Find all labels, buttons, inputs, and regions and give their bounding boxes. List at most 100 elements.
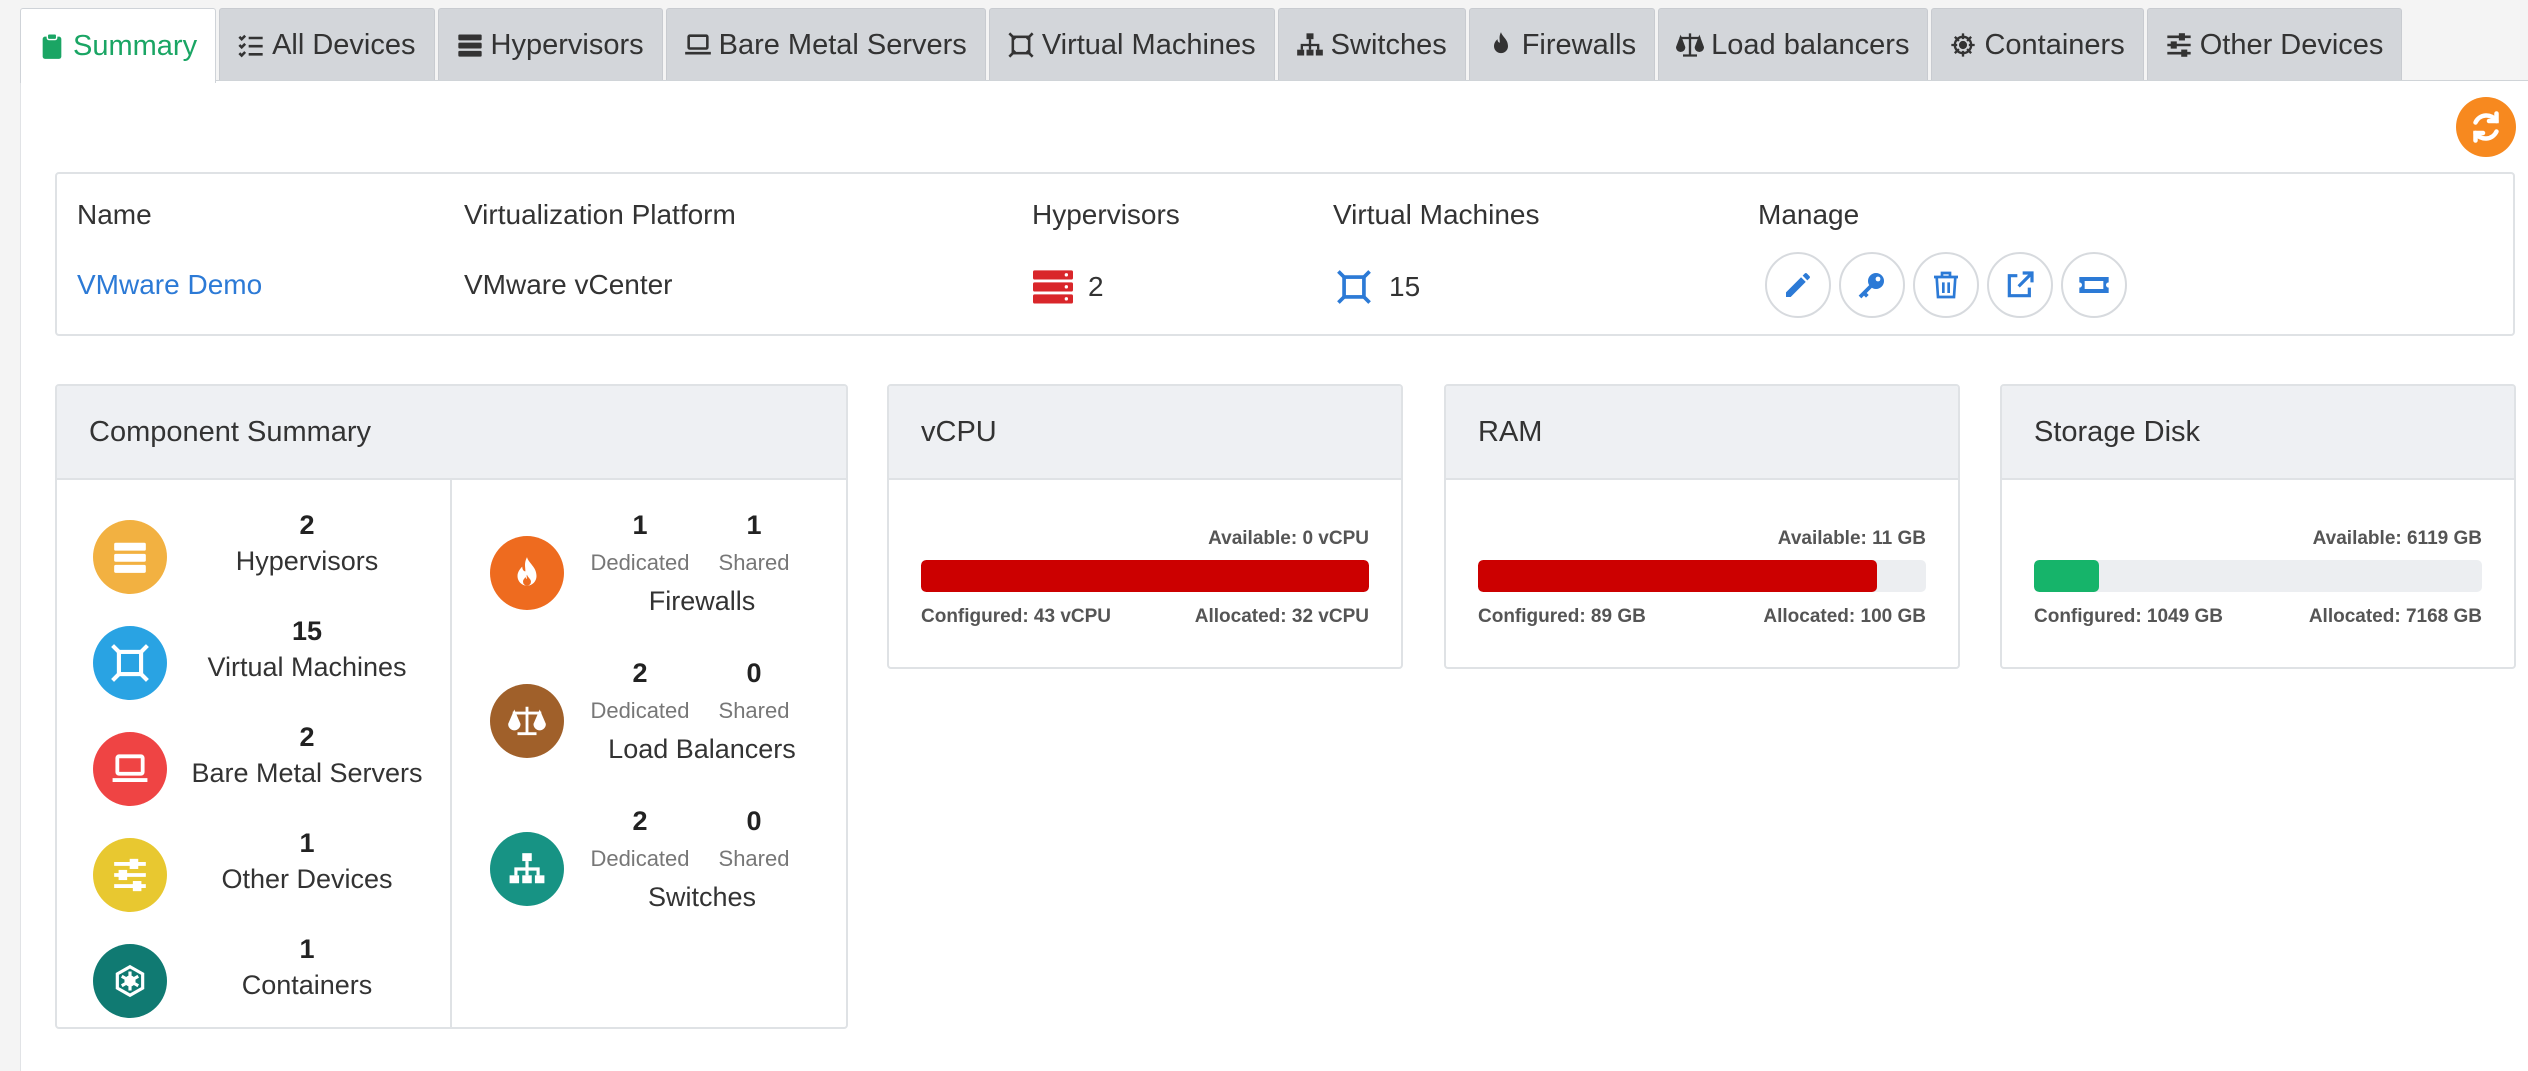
- list-check-icon: [236, 30, 266, 60]
- tab-load-balancers[interactable]: Load balancers: [1658, 8, 1929, 81]
- component-load-balancers[interactable]: 2 0 Dedicated Shared Load Balancers: [452, 648, 846, 796]
- helm-icon: [93, 944, 167, 1018]
- tab-bar: Summary All Devices Hypervisors Bare Met…: [20, 8, 2403, 83]
- shared-count: 1: [746, 510, 762, 540]
- edit-button[interactable]: [1765, 252, 1831, 318]
- vm-icon: [1333, 269, 1375, 305]
- component-hypervisors[interactable]: 2 Hypervisors: [57, 500, 450, 606]
- header-hypervisors: Hypervisors: [1032, 199, 1180, 230]
- tab-summary[interactable]: Summary: [20, 8, 217, 83]
- component-count: 1: [299, 934, 315, 964]
- tab-bare-metal-servers[interactable]: Bare Metal Servers: [665, 8, 986, 81]
- tab-other-devices[interactable]: Other Devices: [2146, 8, 2403, 81]
- sliders-icon: [2164, 30, 2194, 60]
- available-text: Available: 0 vCPU: [1208, 528, 1369, 549]
- ticket-icon: [2079, 277, 2109, 293]
- shared-count: 0: [746, 806, 762, 836]
- dedicated-count: 2: [632, 658, 648, 688]
- allocated-text: Allocated: 32 vCPU: [1194, 606, 1369, 627]
- component-summary-card: Component Summary 2 Hypervisors 15 Virtu…: [55, 384, 848, 1029]
- tab-label: Virtual Machines: [1041, 28, 1256, 61]
- component-bare-metal-servers[interactable]: 2 Bare Metal Servers: [57, 712, 450, 818]
- refresh-button[interactable]: [2456, 97, 2516, 157]
- component-label: Load Balancers: [608, 734, 796, 764]
- shared-label: Shared: [718, 846, 790, 871]
- server-icon: [1032, 269, 1074, 305]
- header-manage: Manage: [1758, 199, 1860, 230]
- storage-disk-card: Storage Disk Available: 6119 GB Configur…: [2000, 384, 2516, 669]
- header-platform: Virtualization Platform: [464, 199, 736, 230]
- tab-hypervisors[interactable]: Hypervisors: [437, 8, 663, 81]
- component-label: Hypervisors: [235, 546, 379, 576]
- helm-icon: [1948, 30, 1978, 60]
- laptop-icon: [683, 30, 713, 60]
- component-count: 1: [299, 828, 315, 858]
- component-count: 15: [291, 616, 323, 646]
- header-vms: Virtual Machines: [1333, 199, 1540, 230]
- dedicated-label: Dedicated: [590, 846, 690, 871]
- shared-label: Shared: [718, 698, 790, 723]
- component-containers[interactable]: 1 Containers: [57, 924, 450, 1027]
- component-label: Other Devices: [221, 864, 393, 894]
- component-switches[interactable]: 2 0 Dedicated Shared Switches: [452, 796, 846, 944]
- tab-all-devices[interactable]: All Devices: [219, 8, 435, 81]
- usage-bar-fill: [1478, 560, 1877, 592]
- tab-containers[interactable]: Containers: [1931, 8, 2144, 81]
- server-icon: [455, 30, 485, 60]
- sitemap-icon: [1295, 30, 1325, 60]
- configured-text: Configured: 1049 GB: [2034, 606, 2223, 627]
- tab-virtual-machines[interactable]: Virtual Machines: [988, 8, 1275, 81]
- allocated-text: Allocated: 100 GB: [1763, 606, 1926, 627]
- credentials-button[interactable]: [1839, 252, 1905, 318]
- platform-info-table: Name Virtualization Platform Hypervisors…: [55, 172, 2515, 336]
- tab-label: Firewalls: [1521, 28, 1637, 61]
- component-virtual-machines[interactable]: 15 Virtual Machines: [57, 606, 450, 712]
- balance-scale-icon: [490, 684, 564, 758]
- tab-switches[interactable]: Switches: [1277, 8, 1466, 81]
- balance-scale-icon: [1675, 30, 1705, 60]
- console-button[interactable]: [2061, 252, 2127, 318]
- component-label: Switches: [647, 882, 757, 912]
- vcpu-card: vCPU Available: 0 vCPU Configured: 43 vC…: [887, 384, 1403, 669]
- tab-firewalls[interactable]: Firewalls: [1468, 8, 1656, 81]
- usage-bar: [2034, 560, 2482, 592]
- sliders-icon: [93, 838, 167, 912]
- platform-type: VMware vCenter: [464, 269, 673, 300]
- component-other-devices[interactable]: 1 Other Devices: [57, 818, 450, 924]
- tab-label: Containers: [1984, 28, 2125, 61]
- tab-label: Switches: [1330, 28, 1447, 61]
- tab-label: All Devices: [272, 28, 416, 61]
- fire-icon: [1486, 30, 1516, 60]
- delete-button[interactable]: [1913, 252, 1979, 318]
- vm-icon: [1006, 30, 1036, 60]
- configured-text: Configured: 43 vCPU: [921, 606, 1112, 627]
- component-firewalls[interactable]: 1 1 Dedicated Shared Firewalls: [452, 500, 846, 648]
- platform-name-link[interactable]: VMware Demo: [77, 269, 262, 301]
- dedicated-count: 1: [632, 510, 648, 540]
- configured-text: Configured: 89 GB: [1478, 606, 1646, 627]
- shared-count: 0: [746, 658, 762, 688]
- component-label: Containers: [241, 970, 373, 1000]
- tab-label: Load balancers: [1711, 28, 1910, 61]
- dedicated-label: Dedicated: [590, 698, 690, 723]
- tab-label: Other Devices: [2199, 28, 2384, 61]
- ram-title: RAM: [1446, 386, 1958, 480]
- component-summary-title: Component Summary: [57, 386, 846, 480]
- usage-bar-fill: [921, 560, 1369, 592]
- pencil-icon: [1786, 273, 1810, 297]
- fire-icon: [490, 536, 564, 610]
- component-count: 2: [299, 510, 315, 540]
- manage-actions: [1765, 252, 2127, 318]
- header-name: Name: [77, 199, 152, 230]
- tab-label: Bare Metal Servers: [718, 28, 967, 61]
- open-external-button[interactable]: [1987, 252, 2053, 318]
- available-text: Available: 6119 GB: [2312, 528, 2482, 549]
- vm-icon: [93, 626, 167, 700]
- key-icon: [1858, 273, 1884, 299]
- laptop-icon: [93, 732, 167, 806]
- clipboard-icon: [37, 31, 67, 61]
- sitemap-icon: [490, 832, 564, 906]
- usage-bar-fill: [2034, 560, 2100, 592]
- storage-title: Storage Disk: [2002, 386, 2514, 480]
- component-label: Bare Metal Servers: [191, 758, 423, 788]
